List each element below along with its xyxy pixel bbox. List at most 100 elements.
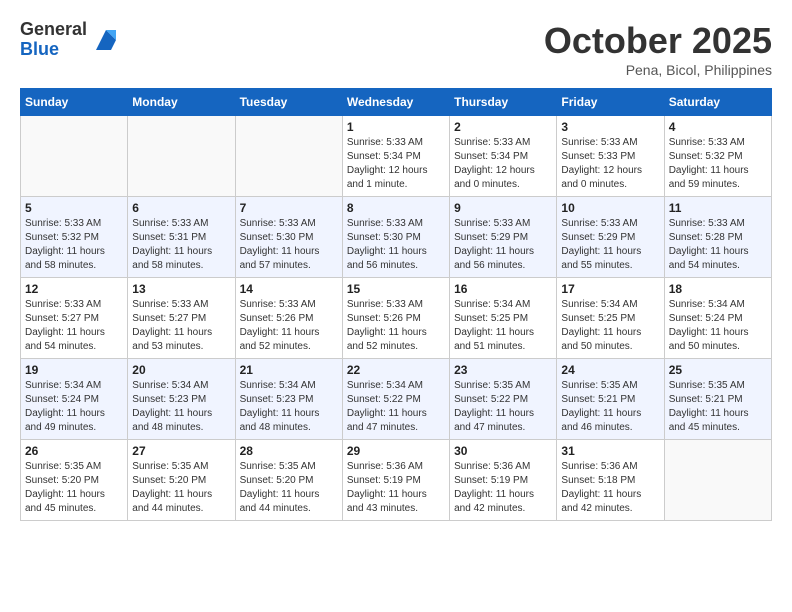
day-info: Sunrise: 5:34 AM Sunset: 5:25 PM Dayligh… [454,298,552,354]
calendar-cell: 4 Sunrise: 5:33 AM Sunset: 5:32 PM Daylig… [664,116,771,197]
calendar-cell: 7Sunrise: 5:33 AM Sunset: 5:30 PM Daylig… [235,197,342,278]
day-number: 10 [561,201,659,215]
location-text: Pena, Bicol, Philippines [544,62,772,78]
day-number: 18 [669,282,767,296]
day-info: Sunrise: 5:35 AM Sunset: 5:21 PM Dayligh… [669,379,767,435]
logo-icon [91,25,121,55]
calendar-cell: 30Sunrise: 5:36 AM Sunset: 5:19 PM Dayli… [450,440,557,521]
day-info: Sunrise: 5:33 AM Sunset: 5:27 PM Dayligh… [25,298,123,354]
calendar-cell: 25 Sunrise: 5:35 AM Sunset: 5:21 PM Dayli… [664,359,771,440]
day-number: 1 [347,120,445,134]
day-info: Sunrise: 5:33 AM Sunset: 5:29 PM Dayligh… [454,217,552,273]
day-info: Sunrise: 5:33 AM Sunset: 5:34 PM Dayligh… [454,136,552,192]
weekday-header: Saturday [664,89,771,116]
day-number: 9 [454,201,552,215]
day-info: Sunrise: 5:33 AM Sunset: 5:28 PM Dayligh… [669,217,767,273]
calendar-cell [128,116,235,197]
day-number: 5 [25,201,123,215]
day-info: Sunrise: 5:34 AM Sunset: 5:24 PM Dayligh… [25,379,123,435]
calendar-cell: 27 Sunrise: 5:35 AM Sunset: 5:20 PM Dayli… [128,440,235,521]
weekday-header: Sunday [21,89,128,116]
day-number: 30 [454,444,552,458]
day-number: 4 [669,120,767,134]
calendar-week-row: 26 Sunrise: 5:35 AM Sunset: 5:20 PM Dayli… [21,440,772,521]
title-block: October 2025 Pena, Bicol, Philippines [544,20,772,78]
logo: General Blue [20,20,121,60]
calendar-cell: 9 Sunrise: 5:33 AM Sunset: 5:29 PM Daylig… [450,197,557,278]
calendar-cell: 20 Sunrise: 5:34 AM Sunset: 5:23 PM Dayli… [128,359,235,440]
day-number: 6 [132,201,230,215]
day-number: 20 [132,363,230,377]
calendar-cell: 31Sunrise: 5:36 AM Sunset: 5:18 PM Dayli… [557,440,664,521]
day-number: 17 [561,282,659,296]
month-title: October 2025 [544,20,772,62]
day-info: Sunrise: 5:33 AM Sunset: 5:26 PM Dayligh… [347,298,445,354]
day-info: Sunrise: 5:34 AM Sunset: 5:25 PM Dayligh… [561,298,659,354]
day-number: 15 [347,282,445,296]
day-info: Sunrise: 5:34 AM Sunset: 5:22 PM Dayligh… [347,379,445,435]
calendar-cell: 24 Sunrise: 5:35 AM Sunset: 5:21 PM Dayli… [557,359,664,440]
day-info: Sunrise: 5:35 AM Sunset: 5:20 PM Dayligh… [240,460,338,516]
day-number: 29 [347,444,445,458]
logo-blue-text: Blue [20,40,87,60]
calendar-week-row: 12 Sunrise: 5:33 AM Sunset: 5:27 PM Dayli… [21,278,772,359]
day-info: Sunrise: 5:35 AM Sunset: 5:22 PM Dayligh… [454,379,552,435]
day-info: Sunrise: 5:35 AM Sunset: 5:21 PM Dayligh… [561,379,659,435]
calendar-header-row: SundayMondayTuesdayWednesdayThursdayFrid… [21,89,772,116]
day-info: Sunrise: 5:33 AM Sunset: 5:32 PM Dayligh… [669,136,767,192]
calendar-cell: 8 Sunrise: 5:33 AM Sunset: 5:30 PM Daylig… [342,197,449,278]
calendar-cell: 6 Sunrise: 5:33 AM Sunset: 5:31 PM Daylig… [128,197,235,278]
day-number: 28 [240,444,338,458]
day-number: 31 [561,444,659,458]
calendar-cell: 22 Sunrise: 5:34 AM Sunset: 5:22 PM Dayli… [342,359,449,440]
day-number: 26 [25,444,123,458]
day-number: 8 [347,201,445,215]
calendar-week-row: 1 Sunrise: 5:33 AM Sunset: 5:34 PM Daylig… [21,116,772,197]
day-info: Sunrise: 5:33 AM Sunset: 5:29 PM Dayligh… [561,217,659,273]
calendar-cell: 21Sunrise: 5:34 AM Sunset: 5:23 PM Dayli… [235,359,342,440]
calendar-week-row: 5 Sunrise: 5:33 AM Sunset: 5:32 PM Daylig… [21,197,772,278]
calendar-cell: 14 Sunrise: 5:33 AM Sunset: 5:26 PM Dayli… [235,278,342,359]
calendar-cell: 16Sunrise: 5:34 AM Sunset: 5:25 PM Dayli… [450,278,557,359]
day-number: 19 [25,363,123,377]
day-number: 12 [25,282,123,296]
weekday-header: Thursday [450,89,557,116]
weekday-header: Monday [128,89,235,116]
weekday-header: Tuesday [235,89,342,116]
day-number: 14 [240,282,338,296]
calendar-cell: 29 Sunrise: 5:36 AM Sunset: 5:19 PM Dayli… [342,440,449,521]
calendar-cell: 26Sunrise: 5:35 AM Sunset: 5:20 PM Dayli… [21,440,128,521]
day-number: 27 [132,444,230,458]
day-number: 7 [240,201,338,215]
day-info: Sunrise: 5:33 AM Sunset: 5:30 PM Dayligh… [347,217,445,273]
day-number: 24 [561,363,659,377]
day-info: Sunrise: 5:33 AM Sunset: 5:33 PM Dayligh… [561,136,659,192]
day-info: Sunrise: 5:33 AM Sunset: 5:31 PM Dayligh… [132,217,230,273]
calendar-cell: 12 Sunrise: 5:33 AM Sunset: 5:27 PM Dayli… [21,278,128,359]
weekday-header: Friday [557,89,664,116]
calendar-cell: 11 Sunrise: 5:33 AM Sunset: 5:28 PM Dayli… [664,197,771,278]
calendar-cell: 10 Sunrise: 5:33 AM Sunset: 5:29 PM Dayli… [557,197,664,278]
day-info: Sunrise: 5:36 AM Sunset: 5:19 PM Dayligh… [347,460,445,516]
day-info: Sunrise: 5:33 AM Sunset: 5:32 PM Dayligh… [25,217,123,273]
day-info: Sunrise: 5:33 AM Sunset: 5:27 PM Dayligh… [132,298,230,354]
calendar-cell [664,440,771,521]
calendar-cell: 19 Sunrise: 5:34 AM Sunset: 5:24 PM Dayli… [21,359,128,440]
day-number: 11 [669,201,767,215]
calendar-cell: 13Sunrise: 5:33 AM Sunset: 5:27 PM Dayli… [128,278,235,359]
day-number: 23 [454,363,552,377]
calendar-cell: 1 Sunrise: 5:33 AM Sunset: 5:34 PM Daylig… [342,116,449,197]
calendar-cell [235,116,342,197]
day-number: 25 [669,363,767,377]
day-info: Sunrise: 5:33 AM Sunset: 5:34 PM Dayligh… [347,136,445,192]
calendar-cell: 2Sunrise: 5:33 AM Sunset: 5:34 PM Daylig… [450,116,557,197]
logo-general-text: General [20,20,87,40]
day-info: Sunrise: 5:35 AM Sunset: 5:20 PM Dayligh… [132,460,230,516]
calendar-cell: 5 Sunrise: 5:33 AM Sunset: 5:32 PM Daylig… [21,197,128,278]
calendar-cell: 3Sunrise: 5:33 AM Sunset: 5:33 PM Daylig… [557,116,664,197]
day-info: Sunrise: 5:34 AM Sunset: 5:23 PM Dayligh… [132,379,230,435]
weekday-header: Wednesday [342,89,449,116]
calendar-cell: 18Sunrise: 5:34 AM Sunset: 5:24 PM Dayli… [664,278,771,359]
day-info: Sunrise: 5:33 AM Sunset: 5:26 PM Dayligh… [240,298,338,354]
day-number: 22 [347,363,445,377]
